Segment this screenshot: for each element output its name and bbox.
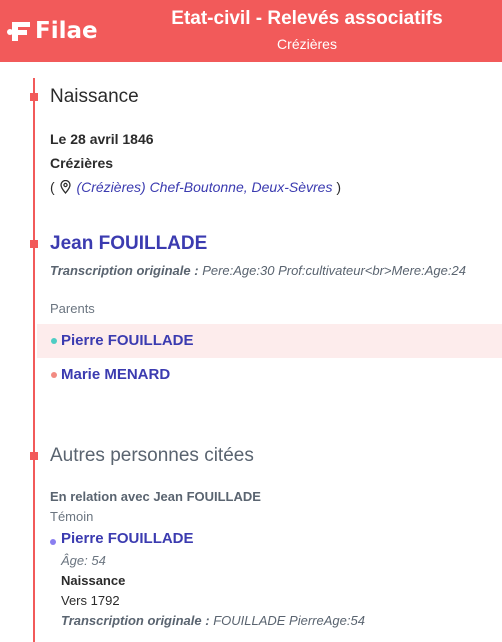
parents-label: Parents: [50, 301, 95, 316]
birth-date: Le 28 avril 1846: [50, 131, 154, 147]
paren-open: (: [50, 179, 55, 195]
map-pin-icon: [59, 179, 71, 197]
timeline-marker-person: [30, 240, 38, 248]
parent-row-father[interactable]: Pierre FOUILLADE: [37, 324, 502, 358]
person-transcription: Transcription originale : Pere:Age:30 Pr…: [50, 263, 466, 278]
section-title-autres: Autres personnes citées: [50, 445, 254, 466]
father-dot-icon: [51, 338, 57, 344]
birth-location-line: ( (Crézières) Chef-Boutonne, Deux-Sèvres…: [50, 179, 341, 197]
transcription-value: Pere:Age:30 Prof:cultivateur<br>Mere:Age…: [202, 263, 466, 278]
transcription-label: Transcription originale :: [50, 263, 199, 278]
father-name-link[interactable]: Pierre FOUILLADE: [61, 332, 194, 349]
location-link[interactable]: (Crézières) Chef-Boutonne, Deux-Sèvres: [76, 179, 332, 195]
page-title: Etat-civil - Relevés associatifs: [171, 8, 443, 29]
mother-name-link[interactable]: Marie MENARD: [61, 366, 170, 383]
relation-text: En relation avec Jean FOUILLADE: [50, 489, 261, 504]
witness-dot-icon: [50, 539, 56, 545]
witness-age: Âge: 54: [61, 553, 106, 568]
paren-close: ): [336, 179, 342, 195]
role-label: Témoin: [50, 509, 94, 524]
timeline-marker-naissance: [30, 93, 38, 101]
mother-dot-icon: [51, 372, 57, 378]
birth-place: Crézières: [50, 155, 114, 171]
app-header: Filae Etat-civil - Relevés associatifs C…: [0, 0, 502, 62]
timeline-marker-autres: [30, 452, 38, 460]
section-title-naissance: Naissance: [50, 86, 139, 107]
witness-birth-label: Naissance: [61, 573, 126, 588]
logo-text: Filae: [35, 18, 98, 44]
witness-birth-value: Vers 1792: [61, 593, 120, 608]
page-subtitle: Crézières: [277, 36, 337, 52]
filae-logo-icon: [7, 22, 30, 41]
witness-transcription-value: FOUILLADE PierreAge:54: [213, 613, 365, 628]
person-name[interactable]: Jean FOUILLADE: [50, 233, 207, 255]
witness-transcription: Transcription originale : FOUILLADE Pier…: [61, 613, 365, 628]
parent-row-mother[interactable]: Marie MENARD: [37, 358, 502, 392]
timeline-line: [33, 78, 35, 642]
filae-logo[interactable]: Filae: [6, 14, 98, 48]
witness-transcription-label: Transcription originale :: [61, 613, 210, 628]
witness-name-link[interactable]: Pierre FOUILLADE: [61, 530, 194, 547]
